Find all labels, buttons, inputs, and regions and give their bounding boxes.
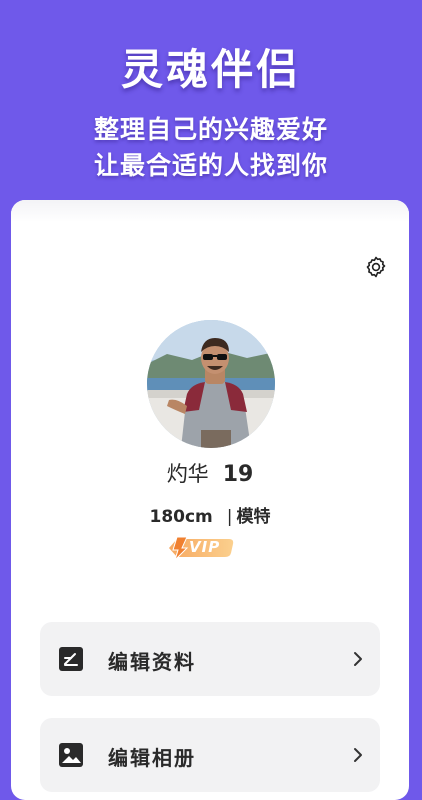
user-height: 180cm <box>149 507 213 527</box>
edit-profile-label: 编辑资料 <box>108 650 196 674</box>
user-age: 19 <box>222 462 254 487</box>
info-separator: | <box>226 507 233 527</box>
chevron-right-icon <box>352 649 364 669</box>
card-top-fade <box>11 200 409 222</box>
user-name: 灼华 <box>166 462 209 486</box>
hero-subtitle-line2: 让最合适的人找到你 <box>93 151 328 180</box>
profile-card: 灼华 19 180cm | 模特 VIP 编辑资料 编辑相册 <box>11 200 409 800</box>
photo-album-icon <box>58 742 84 768</box>
info-row: 180cm | 模特 <box>11 502 409 527</box>
settings-gear-icon[interactable] <box>364 255 388 279</box>
edit-profile-button[interactable]: 编辑资料 <box>40 622 380 696</box>
edit-album-label: 编辑相册 <box>108 746 196 770</box>
chevron-right-icon <box>352 745 364 765</box>
name-row: 灼华 19 <box>11 458 409 488</box>
vip-badge: VIP <box>165 536 235 561</box>
avatar[interactable] <box>147 320 275 448</box>
user-occupation: 模特 <box>236 507 271 527</box>
edit-album-button[interactable]: 编辑相册 <box>40 718 380 792</box>
vip-label: VIP <box>189 538 221 556</box>
edit-document-icon <box>58 646 84 672</box>
hero-subtitle-line1: 整理自己的兴趣爱好 <box>93 115 328 144</box>
hero-title: 灵魂伴侣 <box>120 45 301 94</box>
